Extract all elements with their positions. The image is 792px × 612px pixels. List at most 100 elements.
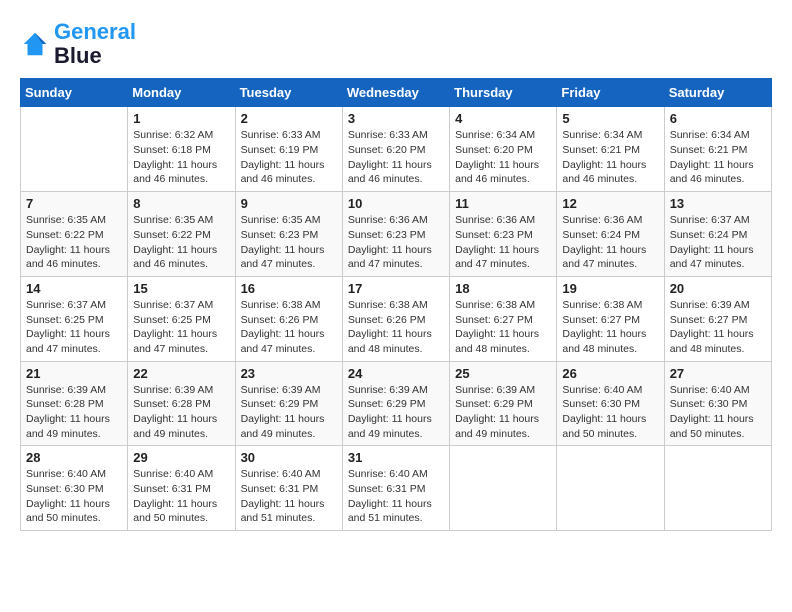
day-info: Sunrise: 6:39 AM Sunset: 6:29 PM Dayligh…: [241, 383, 337, 442]
day-cell: 14 Sunrise: 6:37 AM Sunset: 6:25 PM Dayli…: [21, 276, 128, 361]
day-cell: 29Sunrise: 6:40 AM Sunset: 6:31 PM Dayli…: [128, 446, 235, 531]
day-info: Sunrise: 6:39 AM Sunset: 6:27 PM Dayligh…: [670, 298, 766, 357]
day-info: Sunrise: 6:35 AM Sunset: 6:22 PM Dayligh…: [26, 213, 122, 272]
day-number: 25: [455, 366, 551, 381]
day-info: Sunrise: 6:38 AM Sunset: 6:26 PM Dayligh…: [348, 298, 444, 357]
day-number: 24: [348, 366, 444, 381]
day-info: Sunrise: 6:40 AM Sunset: 6:30 PM Dayligh…: [26, 467, 122, 526]
day-info: Sunrise: 6:34 AM Sunset: 6:21 PM Dayligh…: [562, 128, 658, 187]
day-cell: 12 Sunrise: 6:36 AM Sunset: 6:24 PM Dayli…: [557, 192, 664, 277]
day-header-wednesday: Wednesday: [342, 79, 449, 107]
day-number: 31: [348, 450, 444, 465]
day-number: 28: [26, 450, 122, 465]
days-header-row: SundayMondayTuesdayWednesdayThursdayFrid…: [21, 79, 772, 107]
day-header-thursday: Thursday: [450, 79, 557, 107]
day-info: Sunrise: 6:33 AM Sunset: 6:20 PM Dayligh…: [348, 128, 444, 187]
day-info: Sunrise: 6:33 AM Sunset: 6:19 PM Dayligh…: [241, 128, 337, 187]
day-number: 4: [455, 111, 551, 126]
day-cell: 18 Sunrise: 6:38 AM Sunset: 6:27 PM Dayli…: [450, 276, 557, 361]
day-number: 18: [455, 281, 551, 296]
day-cell: 26 Sunrise: 6:40 AM Sunset: 6:30 PM Dayli…: [557, 361, 664, 446]
day-cell: [664, 446, 771, 531]
day-cell: 22 Sunrise: 6:39 AM Sunset: 6:28 PM Dayli…: [128, 361, 235, 446]
day-cell: 2 Sunrise: 6:33 AM Sunset: 6:19 PM Daylig…: [235, 107, 342, 192]
day-info: Sunrise: 6:35 AM Sunset: 6:22 PM Dayligh…: [133, 213, 229, 272]
day-info: Sunrise: 6:38 AM Sunset: 6:26 PM Dayligh…: [241, 298, 337, 357]
day-cell: 11 Sunrise: 6:36 AM Sunset: 6:23 PM Dayli…: [450, 192, 557, 277]
day-info: Sunrise: 6:34 AM Sunset: 6:21 PM Dayligh…: [670, 128, 766, 187]
day-info: Sunrise: 6:35 AM Sunset: 6:23 PM Dayligh…: [241, 213, 337, 272]
day-number: 8: [133, 196, 229, 211]
day-cell: 19Sunrise: 6:38 AM Sunset: 6:27 PM Dayli…: [557, 276, 664, 361]
day-cell: 9Sunrise: 6:35 AM Sunset: 6:23 PM Daylig…: [235, 192, 342, 277]
day-number: 13: [670, 196, 766, 211]
day-number: 12: [562, 196, 658, 211]
day-info: Sunrise: 6:36 AM Sunset: 6:24 PM Dayligh…: [562, 213, 658, 272]
day-cell: [557, 446, 664, 531]
day-cell: [21, 107, 128, 192]
day-info: Sunrise: 6:40 AM Sunset: 6:31 PM Dayligh…: [348, 467, 444, 526]
day-number: 1: [133, 111, 229, 126]
day-header-sunday: Sunday: [21, 79, 128, 107]
day-number: 17: [348, 281, 444, 296]
day-cell: 16 Sunrise: 6:38 AM Sunset: 6:26 PM Dayli…: [235, 276, 342, 361]
day-info: Sunrise: 6:40 AM Sunset: 6:31 PM Dayligh…: [241, 467, 337, 526]
week-row-5: 28 Sunrise: 6:40 AM Sunset: 6:30 PM Dayli…: [21, 446, 772, 531]
day-cell: 23 Sunrise: 6:39 AM Sunset: 6:29 PM Dayli…: [235, 361, 342, 446]
day-number: 2: [241, 111, 337, 126]
day-info: Sunrise: 6:34 AM Sunset: 6:20 PM Dayligh…: [455, 128, 551, 187]
day-number: 15: [133, 281, 229, 296]
day-number: 22: [133, 366, 229, 381]
day-number: 10: [348, 196, 444, 211]
day-number: 11: [455, 196, 551, 211]
day-cell: 1 Sunrise: 6:32 AM Sunset: 6:18 PM Daylig…: [128, 107, 235, 192]
day-info: Sunrise: 6:39 AM Sunset: 6:28 PM Dayligh…: [26, 383, 122, 442]
week-row-4: 21 Sunrise: 6:39 AM Sunset: 6:28 PM Dayli…: [21, 361, 772, 446]
day-cell: 21 Sunrise: 6:39 AM Sunset: 6:28 PM Dayli…: [21, 361, 128, 446]
day-number: 30: [241, 450, 337, 465]
day-cell: 15Sunrise: 6:37 AM Sunset: 6:25 PM Dayli…: [128, 276, 235, 361]
day-cell: 13Sunrise: 6:37 AM Sunset: 6:24 PM Dayli…: [664, 192, 771, 277]
day-cell: 4 Sunrise: 6:34 AM Sunset: 6:20 PM Daylig…: [450, 107, 557, 192]
day-info: Sunrise: 6:40 AM Sunset: 6:30 PM Dayligh…: [562, 383, 658, 442]
day-number: 26: [562, 366, 658, 381]
day-number: 29: [133, 450, 229, 465]
day-cell: 3Sunrise: 6:33 AM Sunset: 6:20 PM Daylig…: [342, 107, 449, 192]
day-number: 14: [26, 281, 122, 296]
day-info: Sunrise: 6:39 AM Sunset: 6:29 PM Dayligh…: [348, 383, 444, 442]
day-info: Sunrise: 6:38 AM Sunset: 6:27 PM Dayligh…: [455, 298, 551, 357]
day-header-tuesday: Tuesday: [235, 79, 342, 107]
day-number: 16: [241, 281, 337, 296]
day-header-friday: Friday: [557, 79, 664, 107]
week-row-3: 14 Sunrise: 6:37 AM Sunset: 6:25 PM Dayli…: [21, 276, 772, 361]
day-cell: 7 Sunrise: 6:35 AM Sunset: 6:22 PM Daylig…: [21, 192, 128, 277]
day-cell: 5 Sunrise: 6:34 AM Sunset: 6:21 PM Daylig…: [557, 107, 664, 192]
week-row-1: 1 Sunrise: 6:32 AM Sunset: 6:18 PM Daylig…: [21, 107, 772, 192]
day-info: Sunrise: 6:39 AM Sunset: 6:28 PM Dayligh…: [133, 383, 229, 442]
day-cell: 8 Sunrise: 6:35 AM Sunset: 6:22 PM Daylig…: [128, 192, 235, 277]
day-number: 7: [26, 196, 122, 211]
day-number: 21: [26, 366, 122, 381]
day-info: Sunrise: 6:32 AM Sunset: 6:18 PM Dayligh…: [133, 128, 229, 187]
day-cell: [450, 446, 557, 531]
day-cell: 28 Sunrise: 6:40 AM Sunset: 6:30 PM Dayli…: [21, 446, 128, 531]
day-info: Sunrise: 6:36 AM Sunset: 6:23 PM Dayligh…: [455, 213, 551, 272]
day-number: 23: [241, 366, 337, 381]
day-cell: 24 Sunrise: 6:39 AM Sunset: 6:29 PM Dayli…: [342, 361, 449, 446]
day-cell: 25 Sunrise: 6:39 AM Sunset: 6:29 PM Dayli…: [450, 361, 557, 446]
calendar-table: SundayMondayTuesdayWednesdayThursdayFrid…: [20, 78, 772, 531]
day-info: Sunrise: 6:39 AM Sunset: 6:29 PM Dayligh…: [455, 383, 551, 442]
day-cell: 10Sunrise: 6:36 AM Sunset: 6:23 PM Dayli…: [342, 192, 449, 277]
day-number: 5: [562, 111, 658, 126]
day-cell: 17 Sunrise: 6:38 AM Sunset: 6:26 PM Dayli…: [342, 276, 449, 361]
day-info: Sunrise: 6:38 AM Sunset: 6:27 PM Dayligh…: [562, 298, 658, 357]
day-info: Sunrise: 6:37 AM Sunset: 6:25 PM Dayligh…: [26, 298, 122, 357]
day-cell: 20 Sunrise: 6:39 AM Sunset: 6:27 PM Dayli…: [664, 276, 771, 361]
week-row-2: 7 Sunrise: 6:35 AM Sunset: 6:22 PM Daylig…: [21, 192, 772, 277]
day-cell: 31 Sunrise: 6:40 AM Sunset: 6:31 PM Dayli…: [342, 446, 449, 531]
logo-icon: [20, 29, 50, 59]
day-number: 20: [670, 281, 766, 296]
day-number: 6: [670, 111, 766, 126]
day-cell: 6 Sunrise: 6:34 AM Sunset: 6:21 PM Daylig…: [664, 107, 771, 192]
day-cell: 30 Sunrise: 6:40 AM Sunset: 6:31 PM Dayli…: [235, 446, 342, 531]
